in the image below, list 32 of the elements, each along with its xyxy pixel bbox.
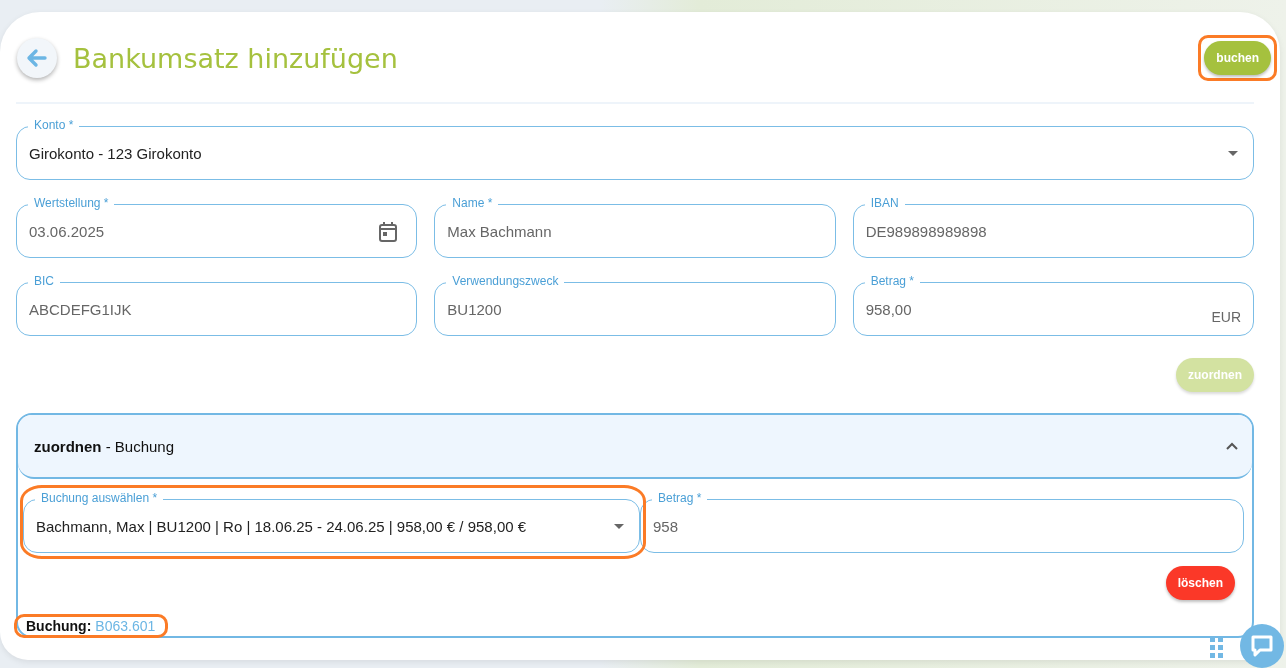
- panel-title: zuordnen - Buchung: [34, 437, 175, 455]
- field-value: DE989898989898: [865, 222, 987, 240]
- field-label: BIC: [28, 274, 60, 288]
- field-value: 03.06.2025: [29, 222, 105, 240]
- currency-suffix: EUR: [1211, 309, 1241, 325]
- field-label: Buchung auswählen *: [35, 491, 164, 505]
- speech-bubble-icon: [1250, 634, 1274, 658]
- field-value: Max Bachmann: [447, 222, 552, 240]
- field-label: IBAN: [864, 196, 905, 210]
- delete-button[interactable]: löschen: [1165, 566, 1235, 600]
- field-value: Girokonto - 123 Girokonto: [29, 144, 202, 162]
- field-label: Wertstellung *: [28, 196, 115, 210]
- drag-handle-icon[interactable]: [1210, 637, 1223, 658]
- field-value: Bachmann, Max | BU1200 | Ro | 18.06.25 - 24.06.25 | 958,00 € / 958,00 €: [36, 517, 527, 535]
- arrow-left-icon: [25, 46, 49, 70]
- chat-button[interactable]: [1240, 624, 1284, 668]
- field-value: ABCDEFG1IJK: [29, 300, 132, 318]
- field-label: Betrag *: [652, 491, 708, 505]
- field-value: BU1200: [447, 300, 502, 318]
- field-label: Name *: [446, 196, 499, 210]
- dropdown-caret-icon: [614, 524, 624, 529]
- page-title: Bankumsatz hinzufügen: [73, 42, 398, 74]
- booking-label: Buchung:: [26, 618, 92, 634]
- field-label: Betrag *: [864, 274, 920, 288]
- panel-header[interactable]: zuordnen - Buchung: [18, 415, 1252, 479]
- back-button[interactable]: [17, 38, 57, 78]
- field-value: 958,00: [865, 300, 912, 318]
- field-label: Konto *: [28, 118, 80, 132]
- field-label: Verwendungszweck: [446, 274, 565, 288]
- dropdown-caret-icon: [1228, 151, 1238, 156]
- field-value: 958: [653, 517, 679, 535]
- calendar-icon: [379, 222, 398, 242]
